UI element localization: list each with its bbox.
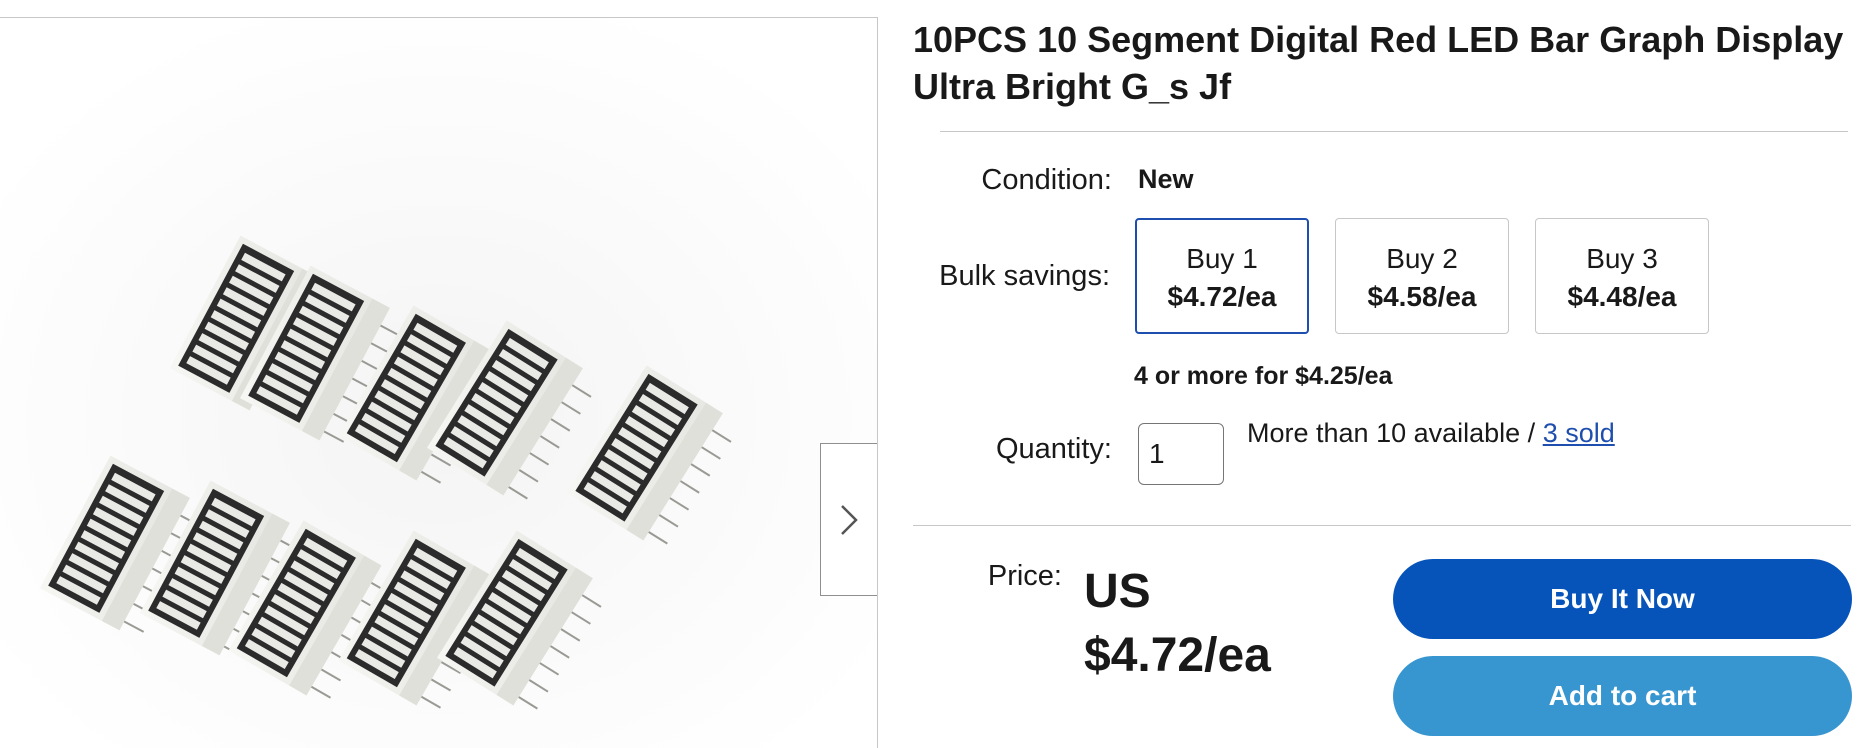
condition-label: Condition: [981,164,1112,196]
quantity-divider [913,525,1851,526]
bulk-option-buy-1[interactable]: Buy 1 $4.72/ea [1135,218,1309,334]
bulk-option-buy-3[interactable]: Buy 3 $4.48/ea [1535,218,1709,334]
quantity-label: Quantity: [995,433,1112,465]
sold-count-link[interactable]: 3 sold [1543,418,1615,448]
bulk-option-price: $4.58/ea [1367,281,1477,312]
buy-it-now-button[interactable]: Buy It Now [1393,559,1852,639]
bulk-option-price: $4.48/ea [1567,281,1677,312]
gallery-divider [877,18,878,748]
bulk-option-buy-2[interactable]: Buy 2 $4.58/ea [1335,218,1509,334]
quantity-input[interactable] [1138,423,1224,485]
bulk-more-offer: 4 or more for $4.25/ea [1134,362,1393,390]
listing-title: 10PCS 10 Segment Digital Red LED Bar Gra… [913,19,1844,107]
price-value: US $4.72/ea [1084,560,1271,688]
availability-text: More than 10 available / [1247,418,1536,448]
product-image [0,18,877,748]
condition-value: New [1138,164,1194,194]
next-image-button[interactable] [820,443,877,596]
chevron-right-icon [841,504,858,535]
bulk-savings-label: Bulk savings: [939,260,1110,292]
product-image-gallery[interactable] [0,18,877,748]
price-currency: US [1084,565,1151,618]
price-amount: $4.72/ea [1084,629,1271,682]
availability: More than 10 available / 3 sold [1247,418,1615,449]
bulk-option-qty: Buy 1 [1186,243,1258,274]
title-divider [940,131,1848,132]
bulk-option-qty: Buy 2 [1386,243,1458,274]
bulk-option-price: $4.72/ea [1167,281,1277,312]
price-label: Price: [987,560,1062,592]
add-to-cart-button[interactable]: Add to cart [1393,656,1852,736]
bulk-option-qty: Buy 3 [1586,243,1658,274]
